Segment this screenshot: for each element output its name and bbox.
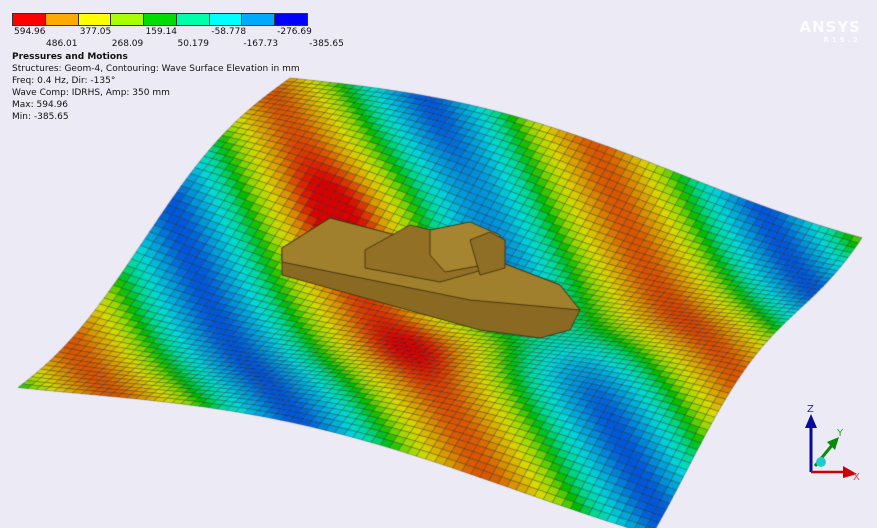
legend-label: 159.14 (145, 27, 178, 37)
y-axis-label: Y (836, 428, 844, 439)
legend-swatch (111, 14, 145, 25)
wave-component-info: Wave Comp: IDRHS, Amp: 350 mm (12, 88, 170, 98)
legend-label: 377.05 (79, 27, 112, 37)
legend-swatch (144, 14, 177, 25)
legend-label: -58.778 (211, 27, 247, 37)
legend-swatch (176, 14, 210, 25)
logo-text: ANSYS (799, 18, 861, 36)
legend-label: -276.69 (277, 27, 312, 37)
wave-surface-viewport[interactable] (0, 0, 877, 528)
legend-swatch (45, 14, 79, 25)
legend-swatch (13, 14, 46, 25)
x-axis-label: X (853, 472, 860, 483)
legend-label: -167.73 (243, 39, 279, 49)
legend-swatch (78, 14, 112, 25)
axis-triad: Z Y X (805, 404, 860, 483)
legend-label: 594.96 (14, 27, 46, 37)
legend-swatch (275, 14, 308, 25)
result-title: Pressures and Motions (12, 52, 128, 62)
legend-swatch (209, 14, 243, 25)
frequency-info: Freq: 0.4 Hz, Dir: -135° (12, 76, 116, 86)
legend-label: 486.01 (46, 39, 78, 49)
z-axis-label: Z (807, 404, 814, 415)
structure-info: Structures: Geom-4, Contouring: Wave Sur… (12, 64, 300, 74)
ansys-logo: ANSYS R19.2 (799, 18, 861, 44)
legend-label: 50.179 (177, 39, 210, 49)
legend-swatch (242, 14, 276, 25)
max-value: Max: 594.96 (12, 100, 68, 110)
legend-label: -385.65 (309, 39, 344, 49)
legend-label: 268.09 (111, 39, 144, 49)
min-value: Min: -385.65 (12, 112, 69, 122)
contour-legend-bar (12, 13, 308, 26)
